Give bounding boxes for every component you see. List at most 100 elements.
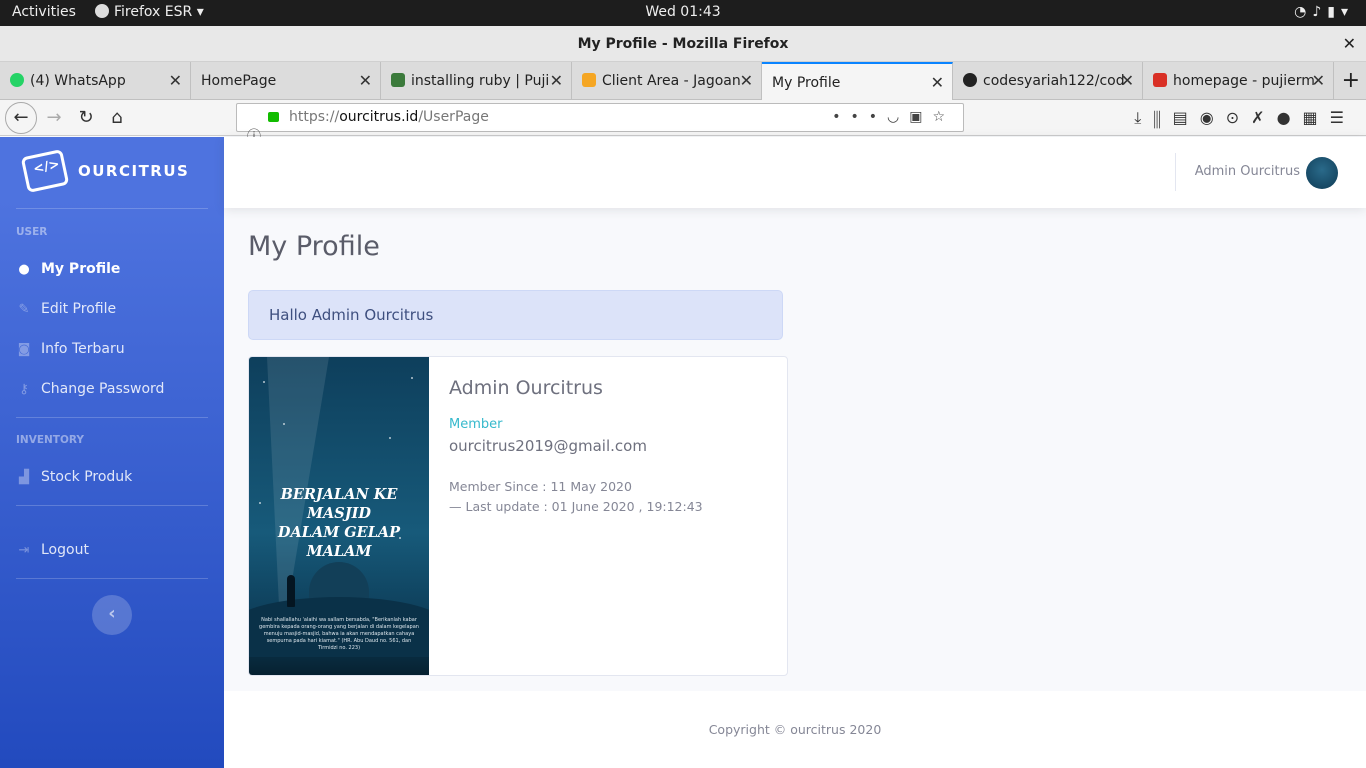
sidebar-toggle-button[interactable]: ‹ [92, 595, 132, 635]
x-extension-icon[interactable]: ✗ [1251, 108, 1276, 127]
library-icon[interactable]: ⫼ [1153, 108, 1172, 127]
profile-card: BERJALAN KE MASJID DALAM GELAP MALAM Nab… [248, 356, 788, 676]
brand[interactable]: OURCITRUS [20, 149, 190, 193]
download-icon[interactable]: ⤓ [1134, 108, 1153, 127]
home-button[interactable]: ⌂ [103, 104, 131, 132]
sidebar-item-label: Edit Profile [41, 301, 117, 317]
sidebar-heading-user: USER [16, 226, 48, 238]
sidebar-item-label: Change Password [41, 381, 165, 397]
battery-icon: ▮ [1327, 4, 1341, 20]
activities-button[interactable]: Activities [12, 4, 76, 20]
star-decoration [389, 437, 391, 439]
greeting-alert: Hallo Admin Ourcitrus [248, 290, 783, 340]
topbar-user-name[interactable]: Admin Ourcitrus [1195, 164, 1300, 179]
person-silhouette [287, 575, 295, 607]
chevron-left-icon: ‹ [108, 603, 116, 624]
qr-icon[interactable]: ▦ [1303, 108, 1330, 127]
tab-gmail[interactable]: homepage - pujierm ✕ [1143, 62, 1334, 100]
tab-my-profile[interactable]: My Profile ✕ [762, 62, 953, 100]
tab-client-area[interactable]: Client Area - Jagoan ✕ [572, 62, 762, 100]
star-decoration [411, 377, 413, 379]
sidebar-icon[interactable]: ▤ [1173, 108, 1200, 127]
close-tab-icon[interactable]: ✕ [169, 62, 182, 100]
app-topbar: Admin Ourcitrus [224, 137, 1366, 208]
clock[interactable]: Wed 01:43 [0, 4, 1366, 20]
volume-icon: ♪ [1312, 4, 1328, 20]
url-host: ourcitrus.id [339, 109, 419, 125]
new-tab-button[interactable]: + [1342, 68, 1360, 93]
window-close-button[interactable]: ✕ [1343, 34, 1356, 53]
gmail-icon [1153, 73, 1167, 87]
address-bar[interactable]: ⓘ https://ourcitrus.id/UserPage •••◡▣☆ [236, 103, 964, 145]
bookmark-star-icon[interactable]: ☆ [932, 109, 955, 125]
forward-button[interactable]: → [40, 104, 68, 132]
user-edit-icon: ✎ [18, 302, 30, 317]
sidebar-item-logout[interactable]: ⇥ Logout [16, 542, 89, 558]
system-top-bar: Activities Firefox ESR ▾ Wed 01:43 ◔♪▮▾ [0, 0, 1366, 26]
wifi-icon: ◔ [1294, 4, 1313, 20]
pocket-icon[interactable]: ◡ [887, 109, 909, 125]
user-icon: ● [18, 262, 30, 277]
whatsapp-icon [10, 73, 24, 87]
page-actions-icon[interactable]: ••• [832, 109, 887, 125]
star-decoration [283, 423, 285, 425]
sidebar-divider [16, 505, 208, 506]
firefox-icon [95, 4, 109, 18]
sidebar-divider [16, 578, 208, 579]
close-tab-icon[interactable]: ✕ [359, 62, 372, 100]
chart-icon: ▟ [19, 470, 29, 485]
close-tab-icon[interactable]: ✕ [931, 64, 944, 100]
close-tab-icon[interactable]: ✕ [1312, 62, 1325, 100]
close-tab-icon[interactable]: ✕ [1121, 62, 1134, 100]
sidebar-item-change-password[interactable]: ⚷ Change Password [16, 381, 164, 397]
laptop-code-icon [20, 149, 70, 193]
tab-installing-ruby[interactable]: installing ruby | Puji ✕ [381, 62, 572, 100]
back-button[interactable]: ← [5, 102, 37, 134]
avatar[interactable] [1306, 157, 1338, 189]
sidebar-item-my-profile[interactable]: ● My Profile [16, 261, 120, 277]
brand-name: OURCITRUS [78, 162, 190, 180]
tab-label: HomePage [201, 73, 277, 89]
system-tray[interactable]: ◔♪▮▾ [1294, 4, 1354, 20]
tab-label: codesyariah122/cod [983, 73, 1125, 89]
extension-icon[interactable]: ▣ [909, 109, 932, 125]
camera-icon: ◙ [17, 342, 31, 357]
navigation-toolbar: ← → ↻ ⌂ ⓘ https://ourcitrus.id/UserPage … [0, 100, 1366, 145]
url-text[interactable]: https://ourcitrus.id/UserPage [289, 104, 489, 131]
account-icon[interactable]: ◉ [1200, 108, 1226, 127]
tab-label: homepage - pujierm [1173, 73, 1315, 89]
poster-quote: Nabi shallallahu 'alaihi wa sallam bersa… [259, 617, 419, 651]
window-title: My Profile - Mozilla Firefox [577, 36, 789, 52]
app-sidebar: OURCITRUS USER ● My Profile ✎ Edit Profile… [0, 137, 224, 768]
ublock-icon[interactable]: ⊙ [1226, 108, 1251, 127]
app-menu[interactable]: Firefox ESR ▾ [95, 4, 204, 20]
close-tab-icon[interactable]: ✕ [550, 62, 563, 100]
profile-info: Admin Ourcitrus Member ourcitrus2019@gma… [449, 377, 703, 517]
cookie-icon[interactable]: ● [1277, 108, 1303, 127]
poster-title-line: DALAM GELAP MALAM [277, 524, 401, 560]
url-actions: •••◡▣☆ [832, 104, 955, 131]
profile-email: ourcitrus2019@gmail.com [449, 437, 647, 455]
sidebar-item-edit-profile[interactable]: ✎ Edit Profile [16, 301, 117, 317]
app-menu-label: Firefox ESR [114, 4, 193, 20]
sidebar-item-label: My Profile [41, 261, 121, 277]
profile-image: BERJALAN KE MASJID DALAM GELAP MALAM Nab… [249, 357, 429, 675]
footer: Copyright © ourcitrus 2020 [224, 691, 1366, 768]
tab-strip: (4) WhatsApp ✕ HomePage ✕ installing rub… [0, 62, 1366, 100]
sidebar-divider [16, 417, 208, 418]
last-update: — Last update : 01 June 2020 , 19:12:43 [449, 499, 703, 514]
sidebar-item-stock-produk[interactable]: ▟ Stock Produk [16, 469, 132, 485]
tab-whatsapp[interactable]: (4) WhatsApp ✕ [0, 62, 191, 100]
menu-icon[interactable]: ☰ [1330, 108, 1356, 127]
tab-label: (4) WhatsApp [30, 73, 126, 89]
profile-name: Admin Ourcitrus [449, 377, 603, 399]
github-icon [963, 73, 977, 87]
reload-button[interactable]: ↻ [72, 104, 100, 132]
tab-github[interactable]: codesyariah122/cod ✕ [953, 62, 1143, 100]
copyright: Copyright © ourcitrus 2020 [708, 722, 882, 737]
lock-icon[interactable] [268, 112, 279, 122]
tab-homepage[interactable]: HomePage ✕ [191, 62, 381, 100]
sidebar-divider [16, 208, 208, 209]
close-tab-icon[interactable]: ✕ [740, 62, 753, 100]
sidebar-item-info-terbaru[interactable]: ◙ Info Terbaru [16, 341, 125, 357]
